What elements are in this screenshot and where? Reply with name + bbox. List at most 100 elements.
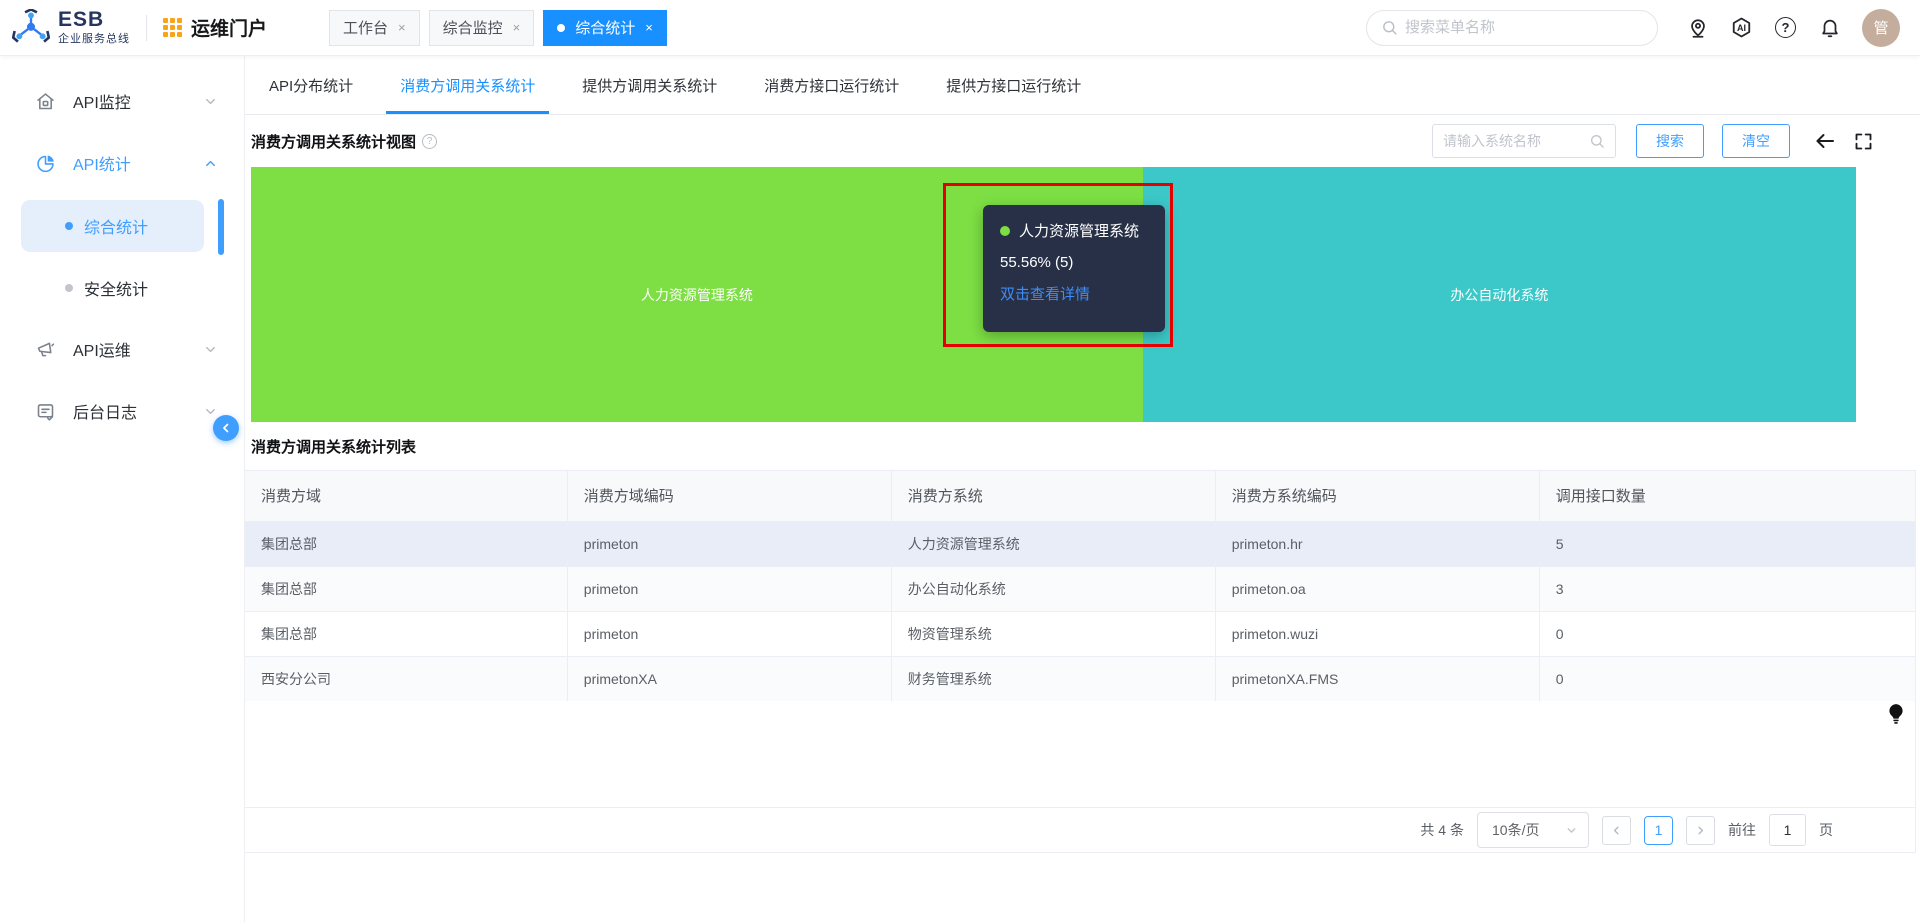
- chevron-left-icon: [1610, 824, 1623, 837]
- system-name-input[interactable]: [1443, 133, 1589, 149]
- prev-page-button[interactable]: [1602, 816, 1631, 845]
- treemap-label: 人力资源管理系统: [641, 285, 753, 305]
- close-icon[interactable]: ×: [513, 20, 521, 35]
- treemap-block-oa-system[interactable]: 办公自动化系统: [1143, 167, 1856, 422]
- table-row[interactable]: 集团总部 primeton 人力资源管理系统 primeton.hr 5: [245, 521, 1915, 566]
- pagination: 共 4 条 10条/页 1 前往: [245, 807, 1915, 852]
- sidebar-item-api-statistics[interactable]: API统计: [0, 132, 244, 194]
- user-avatar[interactable]: 管: [1862, 9, 1900, 47]
- sidebar-item-backend-logs[interactable]: 后台日志: [0, 380, 244, 442]
- top-bar: ESB 企业服务总线 运维门户 工作台 × 综合监控 × 综合统计 ×: [0, 0, 1920, 56]
- treemap-tooltip: 人力资源管理系统 55.56% (5) 双击查看详情: [983, 205, 1165, 332]
- lightbulb-tip-icon[interactable]: [1884, 700, 1908, 730]
- window-tab-label: 综合监控: [443, 17, 503, 38]
- bullet-dot-icon: [65, 284, 73, 292]
- location-pin-icon[interactable]: [1686, 16, 1709, 39]
- sidebar-collapse-button[interactable]: [213, 415, 239, 441]
- logo: ESB 企业服务总线: [12, 9, 130, 47]
- logo-title: ESB: [58, 10, 130, 30]
- menu-search-input[interactable]: [1405, 19, 1643, 36]
- megaphone-icon: [34, 338, 56, 360]
- consumer-call-table: 消费方域 消费方域编码 消费方系统 消费方系统编码 调用接口数量 集团总部 pr…: [245, 470, 1916, 853]
- sidebar-subitem-label: 综合统计: [84, 214, 148, 238]
- logo-subtitle: 企业服务总线: [58, 30, 130, 46]
- log-document-icon: [34, 400, 56, 422]
- page-number-button[interactable]: 1: [1644, 816, 1673, 845]
- series-dot-icon: [1000, 226, 1010, 236]
- sidebar-subitem-security-stats[interactable]: 安全统计: [0, 258, 244, 318]
- close-icon[interactable]: ×: [398, 20, 406, 35]
- next-page-button[interactable]: [1686, 816, 1715, 845]
- ai-glyph: AI: [1737, 23, 1746, 33]
- search-button[interactable]: 搜索: [1636, 124, 1704, 158]
- tab-provider-call-relation[interactable]: 提供方调用关系统计: [582, 56, 717, 114]
- tab-consumer-api-runtime[interactable]: 消费方接口运行统计: [764, 56, 899, 114]
- column-consumer-domain: 消费方域: [245, 471, 567, 521]
- fullscreen-icon[interactable]: [1850, 128, 1876, 154]
- window-tab-label: 工作台: [343, 17, 388, 38]
- esb-logo-icon: [12, 9, 50, 47]
- sidebar-item-api-monitor[interactable]: API监控: [0, 70, 244, 132]
- grid-menu-icon: [163, 18, 182, 37]
- sidebar-item-api-ops[interactable]: API运维: [0, 318, 244, 380]
- goto-page-input[interactable]: [1769, 814, 1806, 846]
- global-menu-search[interactable]: [1366, 10, 1658, 46]
- esb-operations-portal: ESB 企业服务总线 运维门户 工作台 × 综合监控 × 综合统计 ×: [0, 0, 1920, 922]
- window-tabs: 工作台 × 综合监控 × 综合统计 ×: [329, 10, 667, 46]
- tab-api-distribution[interactable]: API分布统计: [269, 56, 353, 114]
- chevron-right-icon: [1694, 824, 1707, 837]
- page-size-select[interactable]: 10条/页: [1477, 812, 1589, 848]
- tab-consumer-call-relation[interactable]: 消费方调用关系统计: [400, 56, 535, 114]
- table-row[interactable]: 集团总部 primeton 物资管理系统 primeton.wuzi 0: [245, 611, 1915, 656]
- goto-label: 前往: [1728, 820, 1756, 840]
- tooltip-detail-link[interactable]: 双击查看详情: [1000, 283, 1148, 304]
- portal-title-label: 运维门户: [191, 14, 267, 41]
- sidebar-subitem-comprehensive-stats[interactable]: 综合统计: [21, 200, 204, 252]
- back-arrow-icon[interactable]: [1812, 128, 1838, 154]
- close-icon[interactable]: ×: [645, 20, 653, 35]
- system-name-search[interactable]: [1432, 124, 1616, 158]
- page-unit-label: 页: [1819, 820, 1833, 840]
- total-count-label: 共 4 条: [1420, 820, 1464, 840]
- window-tab-statistics[interactable]: 综合统计 ×: [543, 10, 667, 46]
- chevron-down-icon: [1565, 824, 1578, 837]
- column-consumer-system: 消费方系统: [891, 471, 1215, 521]
- column-api-call-count: 调用接口数量: [1539, 471, 1915, 521]
- chevron-down-icon: [203, 404, 218, 419]
- column-consumer-domain-code: 消费方域编码: [567, 471, 891, 521]
- help-icon[interactable]: ?: [1774, 16, 1797, 39]
- ai-assistant-icon[interactable]: AI: [1730, 16, 1753, 39]
- table-row[interactable]: 集团总部 primeton 办公自动化系统 primeton.oa 3: [245, 566, 1915, 611]
- sidebar-subitem-label: 安全统计: [84, 276, 148, 300]
- notification-bell-icon[interactable]: [1818, 16, 1841, 39]
- window-tab-monitoring[interactable]: 综合监控 ×: [429, 10, 535, 46]
- tab-provider-api-runtime[interactable]: 提供方接口运行统计: [946, 56, 1081, 114]
- view-help-icon[interactable]: ?: [422, 134, 437, 149]
- tooltip-series-name: 人力资源管理系统: [1019, 220, 1139, 241]
- header-icon-group: AI ?: [1686, 16, 1841, 39]
- clear-button[interactable]: 清空: [1722, 124, 1790, 158]
- chevron-up-icon: [203, 156, 218, 171]
- search-icon: [1381, 19, 1398, 36]
- pie-chart-icon: [34, 152, 56, 174]
- home-icon: [34, 90, 56, 112]
- page-body: API监控 API统计 综合统计: [0, 56, 1920, 922]
- bullet-dot-icon: [65, 222, 73, 230]
- table-header-row: 消费方域 消费方域编码 消费方系统 消费方系统编码 调用接口数量: [245, 471, 1915, 521]
- column-consumer-system-code: 消费方系统编码: [1215, 471, 1539, 521]
- table-row[interactable]: 西安分公司 primetonXA 财务管理系统 primetonXA.FMS 0: [245, 656, 1915, 701]
- treemap-label: 办公自动化系统: [1450, 285, 1548, 305]
- sidebar-item-label: API运维: [73, 337, 131, 361]
- consumer-call-treemap: 人力资源管理系统 办公自动化系统 人力资源管理系统 55.56% (5) 双击查…: [251, 167, 1856, 422]
- window-tab-workbench[interactable]: 工作台 ×: [329, 10, 420, 46]
- chevron-down-icon: [203, 94, 218, 109]
- list-title: 消费方调用关系统计列表: [245, 422, 1920, 470]
- tooltip-percent: 55.56% (5): [1000, 254, 1148, 271]
- main-content: API分布统计 消费方调用关系统计 提供方调用关系统计 消费方接口运行统计 提供…: [245, 56, 1920, 922]
- view-header: 消费方调用关系统计视图 ? 搜索 清空: [245, 115, 1920, 167]
- chevron-left-icon: [219, 421, 233, 435]
- avatar-initial: 管: [1873, 17, 1888, 38]
- sidebar-item-label: 后台日志: [73, 399, 137, 423]
- header-divider: [146, 15, 147, 41]
- sidebar-item-label: API统计: [73, 151, 131, 175]
